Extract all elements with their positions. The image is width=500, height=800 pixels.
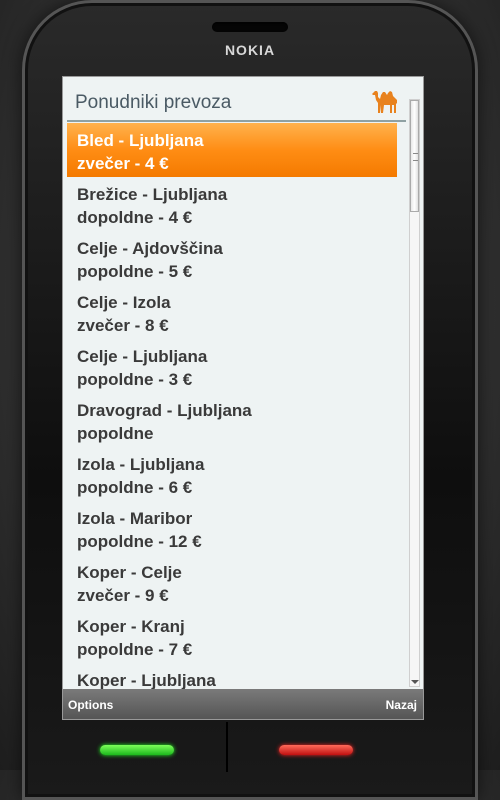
title-bar: Ponudniki prevoza (63, 77, 408, 122)
call-key[interactable] (100, 745, 174, 755)
page-title: Ponudniki prevoza (75, 92, 232, 113)
route-label: Koper - Kranj (77, 617, 185, 636)
route-label: Izola - Ljubljana (77, 455, 205, 474)
time-price-label: popoldne (77, 424, 154, 443)
options-softkey[interactable]: Options (68, 698, 113, 712)
scrollbar-thumb[interactable] (410, 100, 419, 212)
route-label: Koper - Celje (77, 563, 182, 582)
list-item[interactable]: Brežice - Ljubljana dopoldne - 4 € (63, 177, 407, 231)
route-label: Bled - Ljubljana (77, 131, 204, 150)
list-item[interactable]: Celje - Ajdovščina popoldne - 5 € (63, 231, 407, 285)
key-divider (226, 722, 228, 772)
route-label: Brežice - Ljubljana (77, 185, 228, 204)
route-label: Izola - Maribor (77, 509, 193, 528)
back-softkey[interactable]: Nazaj (386, 698, 417, 712)
earpiece-speaker (212, 22, 288, 32)
list-item[interactable]: Bled - Ljubljana zvečer - 4 € (67, 123, 397, 177)
list-item[interactable]: Izola - Ljubljana popoldne - 6 € (63, 447, 407, 501)
end-key[interactable] (279, 745, 353, 755)
time-price-label: popoldne - 12 € (77, 532, 202, 551)
list-item[interactable]: Celje - Izola zvečer - 8 € (63, 285, 407, 339)
camel-icon (372, 91, 397, 113)
time-price-label: zvečer - 9 € (77, 586, 169, 605)
app-screen: Ponudniki prevoza Bled - Ljubljana zvečer… (62, 76, 424, 720)
time-price-label: zvečer - 4 € (77, 154, 169, 173)
softkey-bar: Options Nazaj (63, 689, 423, 719)
time-price-label: zvečer - 8 € (77, 316, 169, 335)
time-price-label: popoldne - 3 € (77, 370, 193, 389)
title-divider (67, 120, 406, 122)
scrollbar-grip (413, 153, 418, 161)
route-label: Dravograd - Ljubljana (77, 401, 252, 420)
list-item[interactable]: Koper - Kranj popoldne - 7 € (63, 609, 407, 663)
time-price-label: popoldne - 7 € (77, 640, 193, 659)
scrollbar[interactable] (409, 99, 420, 687)
scroll-down-arrow-icon[interactable] (411, 680, 419, 684)
time-price-label: dopoldne - 4 € (77, 208, 193, 227)
list-item[interactable]: Celje - Ljubljana popoldne - 3 € (63, 339, 407, 393)
route-label: Celje - Ljubljana (77, 347, 208, 366)
route-label: Celje - Izola (77, 293, 171, 312)
time-price-label: popoldne - 5 € (77, 262, 193, 281)
list-item[interactable]: Dravograd - Ljubljana popoldne (63, 393, 407, 447)
list-item[interactable]: Izola - Maribor popoldne - 12 € (63, 501, 407, 555)
route-label: Celje - Ajdovščina (77, 239, 223, 258)
brand-logo: NOKIA (224, 42, 276, 58)
list-item[interactable]: Koper - Celje zvečer - 9 € (63, 555, 407, 609)
time-price-label: popoldne - 6 € (77, 478, 193, 497)
carrier-list: Bled - Ljubljana zvečer - 4 € Brežice - Lj… (63, 123, 407, 717)
